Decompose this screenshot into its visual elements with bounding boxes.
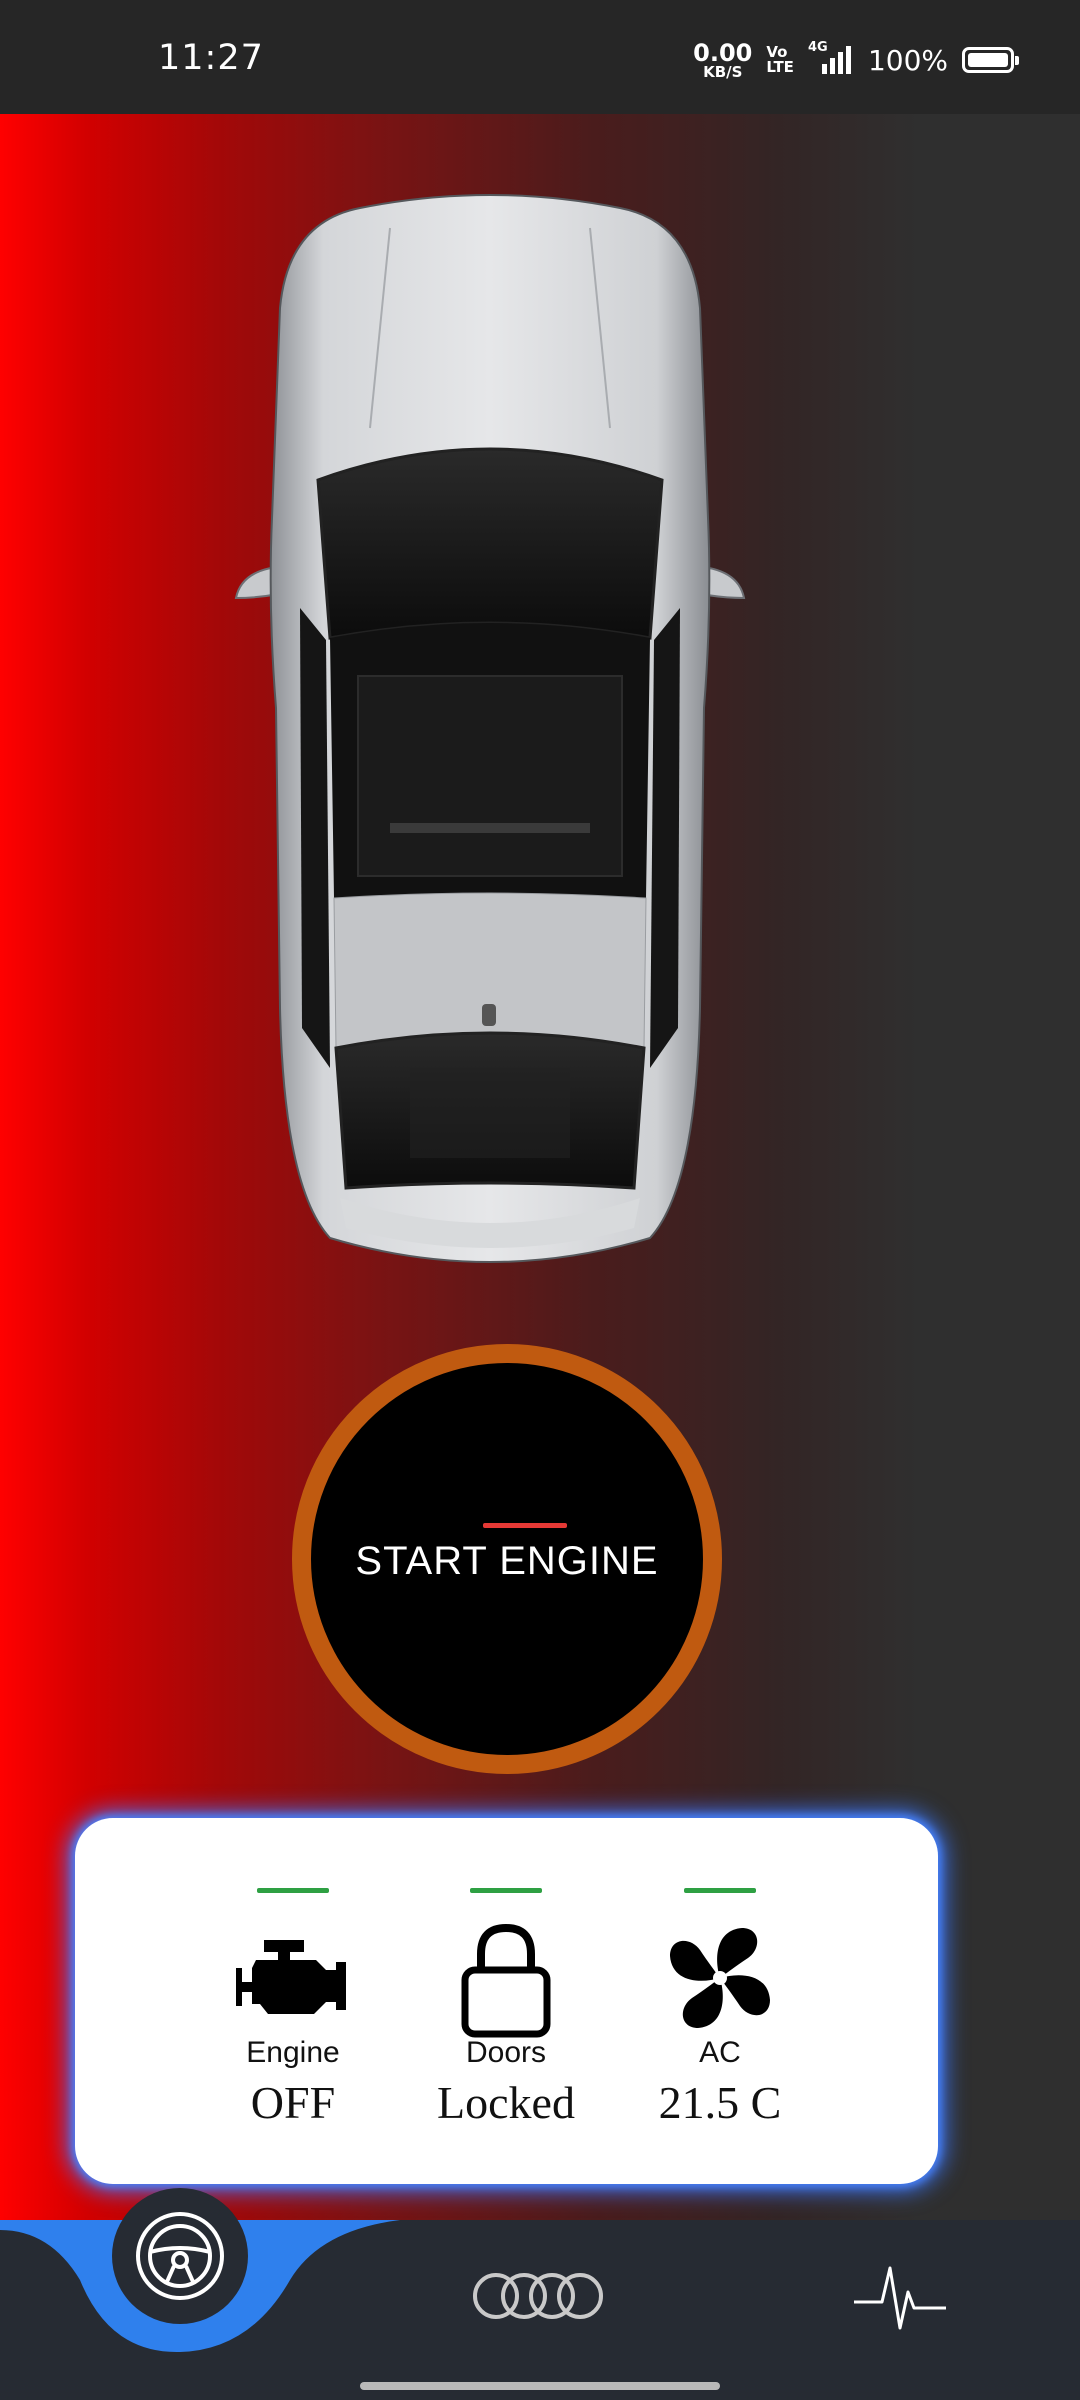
volte-bottom: LTE xyxy=(766,58,794,76)
engine-label: Engine xyxy=(246,2036,340,2069)
network-speed: 0.00 KB/S xyxy=(693,41,752,80)
nav-brand-button[interactable] xyxy=(468,2268,610,2324)
doors-label: Doors xyxy=(465,2036,547,2069)
battery-icon xyxy=(962,47,1019,73)
ac-status[interactable]: AC 21.5 C xyxy=(600,1818,840,2184)
network-speed-unit: KB/S xyxy=(703,62,743,81)
network-speed-value: 0.00 xyxy=(693,38,753,67)
signal-icon: 4G xyxy=(808,40,854,76)
audi-rings-icon xyxy=(473,2273,603,2319)
steering-wheel-icon xyxy=(136,2212,224,2300)
lock-icon xyxy=(441,1910,571,2040)
engine-value: OFF xyxy=(250,2077,336,2128)
doors-status-indicator xyxy=(470,1888,542,1893)
doors-value: Locked xyxy=(437,2077,575,2128)
engine-icon xyxy=(228,1910,358,2040)
nav-drive-button[interactable] xyxy=(112,2188,248,2324)
fan-icon xyxy=(655,1910,785,2040)
ac-label: AC xyxy=(699,2036,741,2069)
start-engine-button[interactable]: START ENGINE xyxy=(292,1344,722,1774)
status-bar: 11:27 0.00 KB/S Vo LTE 4G 100% xyxy=(0,0,1080,114)
ac-value: 21.5 C xyxy=(658,2077,782,2128)
nav-activity-button[interactable] xyxy=(852,2258,948,2338)
start-engine-indicator xyxy=(483,1523,567,1528)
engine-status-indicator xyxy=(257,1888,329,1893)
volte-indicator: Vo LTE xyxy=(766,45,794,75)
ac-status-indicator xyxy=(684,1888,756,1893)
pulse-icon xyxy=(854,2266,946,2330)
battery-percent: 100% xyxy=(867,43,948,77)
start-engine-label: START ENGINE xyxy=(355,1538,659,1583)
clock: 11:27 xyxy=(158,38,264,78)
engine-status[interactable]: Engine OFF xyxy=(173,1818,413,2184)
status-indicators: 0.00 KB/S Vo LTE 4G 100% xyxy=(693,40,1019,80)
gesture-bar[interactable] xyxy=(360,2382,720,2390)
vehicle-status-card: Engine OFF Doors Locked AC 21.5 C xyxy=(75,1818,938,2184)
car-top-view-image xyxy=(230,188,750,1278)
doors-status[interactable]: Doors Locked xyxy=(386,1818,626,2184)
